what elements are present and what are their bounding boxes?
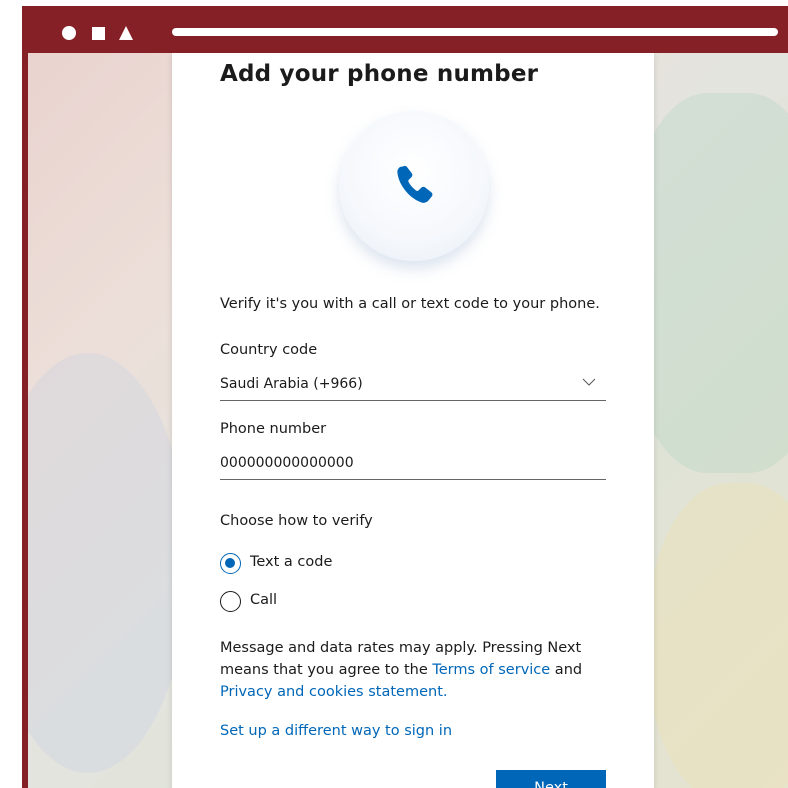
screen: Add your phone number Verify it's you wi… [0, 0, 788, 788]
country-code-select[interactable]: Saudi Arabia (+966) [220, 369, 606, 401]
radio-label-call: Call [250, 592, 278, 608]
verify-method-label: Choose how to verify [220, 513, 373, 529]
circle-window-control[interactable] [62, 26, 76, 40]
phone-icon [397, 165, 433, 203]
address-bar[interactable] [172, 28, 778, 36]
privacy-statement-link[interactable]: Privacy and cookies statement. [220, 684, 447, 700]
country-code-value: Saudi Arabia (+966) [220, 376, 363, 392]
background-shape [28, 353, 188, 773]
triangle-window-control[interactable] [119, 26, 133, 40]
legal-notice: Message and data rates may apply. Pressi… [220, 637, 620, 703]
alternate-signin-link[interactable]: Set up a different way to sign in [220, 723, 452, 739]
page-viewport: Add your phone number Verify it's you wi… [28, 53, 788, 788]
phone-number-value: 000000000000000 [220, 455, 354, 471]
radio-label-text: Text a code [250, 554, 333, 570]
radio-button[interactable] [220, 591, 241, 612]
verify-description: Verify it's you with a call or text code… [220, 296, 600, 312]
legal-text-and: and [550, 662, 583, 678]
page-title: Add your phone number [220, 61, 539, 87]
phone-illustration [339, 111, 489, 261]
square-window-control[interactable] [92, 27, 105, 40]
browser-titlebar [22, 6, 788, 56]
signin-card: Add your phone number Verify it's you wi… [172, 53, 654, 788]
radio-button-checked[interactable] [220, 553, 241, 574]
browser-window: Add your phone number Verify it's you wi… [22, 6, 788, 788]
country-code-label: Country code [220, 342, 318, 358]
chevron-down-icon [582, 378, 596, 386]
phone-number-label: Phone number [220, 421, 327, 437]
phone-number-input[interactable]: 000000000000000 [220, 449, 606, 480]
background-shape [648, 483, 788, 788]
next-button[interactable]: Next [496, 770, 606, 788]
terms-of-service-link[interactable]: Terms of service [432, 662, 550, 678]
